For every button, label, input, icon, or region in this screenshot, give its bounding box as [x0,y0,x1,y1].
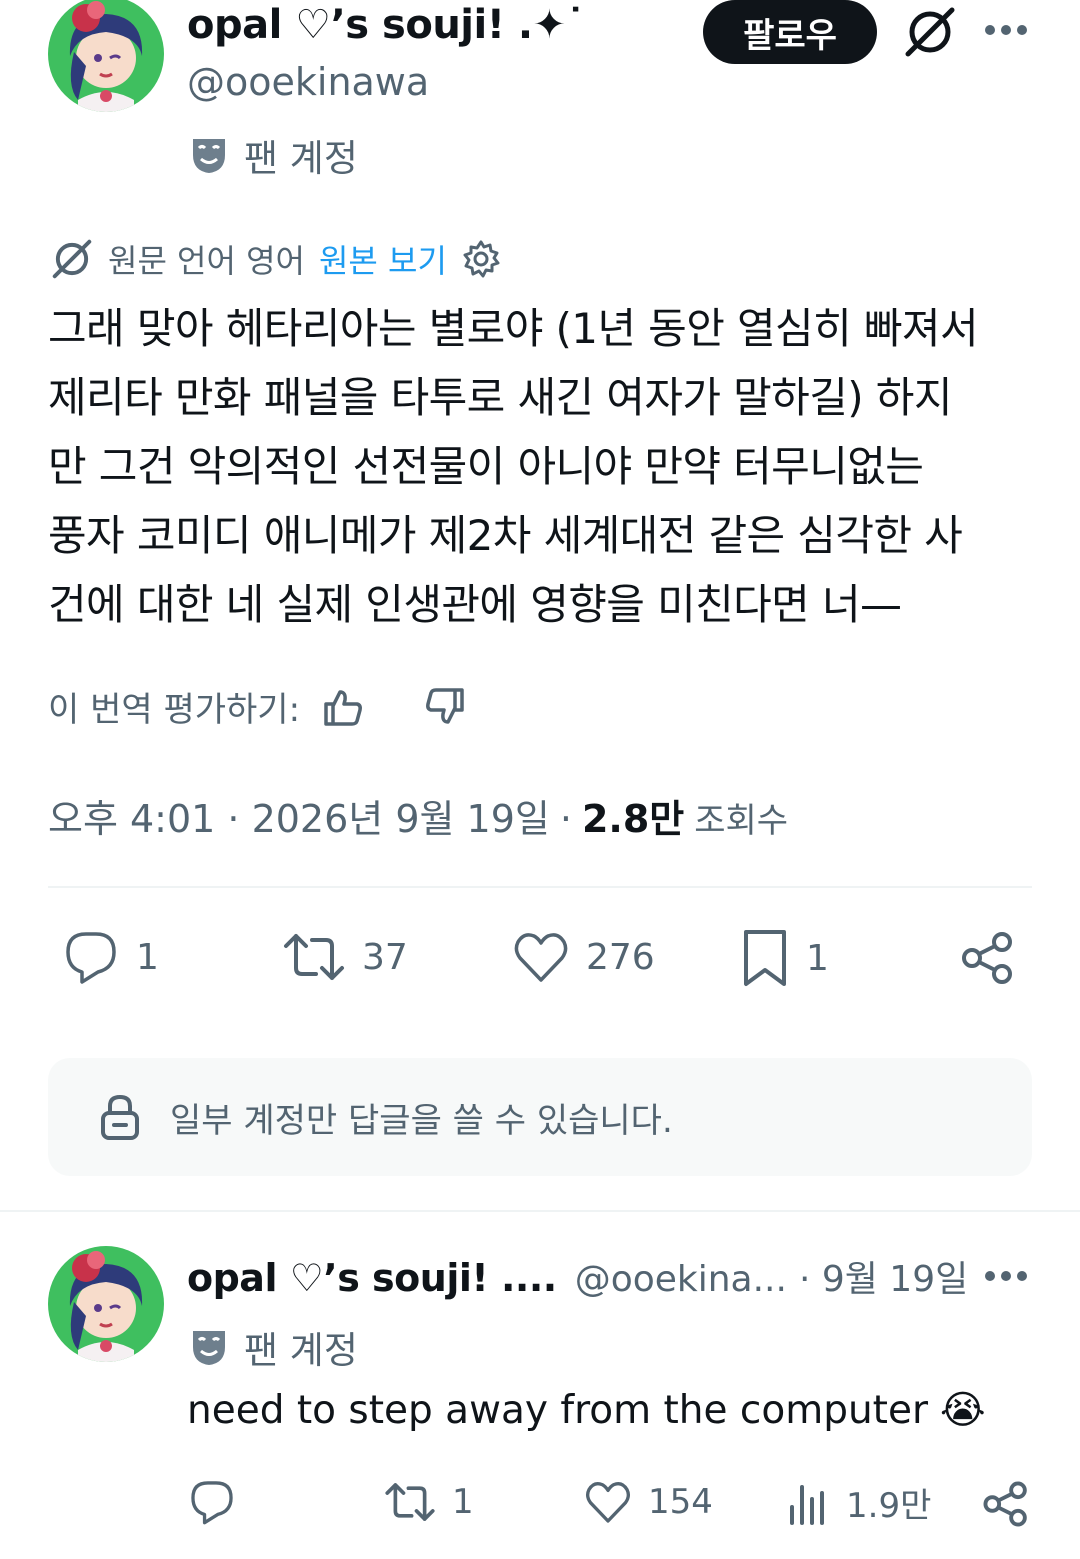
reply-author-handle[interactable]: @ooekina... [575,1259,787,1300]
grok-icon[interactable] [902,4,958,60]
lock-icon [98,1093,142,1141]
reply-avatar[interactable] [48,1246,164,1362]
rate-label: 이 번역 평가하기: [48,690,301,730]
tweet-line: 건에 대한 네 실제 인생관에 영향을 미친다면 너— [48,580,902,629]
author-handle[interactable]: @ooekinawa [187,60,429,104]
author-name[interactable]: opal ♡’s souji! .✦˙ [187,2,586,48]
view-original-link[interactable]: 원본 보기 [319,236,447,282]
bookmark-icon [740,928,790,988]
bookmark-button[interactable]: 1 [740,928,829,988]
timestamp[interactable]: 오후 4:01 · 2026년 9월 19일 [48,788,550,843]
like-button[interactable]: 276 [512,928,655,986]
divider [0,1210,1080,1212]
follow-button[interactable]: 팔로우 [703,0,877,64]
reply-repost-button[interactable]: 1 [384,1478,474,1526]
heart-icon [584,1478,632,1526]
fan-label: 팬 계정 [244,137,358,180]
tweet-line: 제리타 만화 패널을 타투로 새긴 여자가 말하길) 하지 [48,373,952,422]
like-count: 276 [586,936,655,978]
repost-count: 37 [362,936,408,978]
bar-chart-icon [786,1479,830,1527]
reply-notice-text: 일부 계정만 답글을 쓸 수 있습니다. [170,1100,673,1141]
views-count: 2.8만 [581,797,685,841]
reply-restriction-notice: 일부 계정만 답글을 쓸 수 있습니다. [48,1058,1032,1176]
divider [48,886,1032,888]
theater-mask-icon [190,135,228,175]
share-icon[interactable] [960,930,1016,986]
avatar-image [48,1246,164,1362]
reply-count: 1 [136,936,159,978]
more-icon[interactable] [984,20,1028,40]
crying-face-emoji: 😭 [939,1388,986,1433]
reply-like-button[interactable]: 154 [584,1478,713,1526]
tweet-text: 그래 맞아 헤타리아는 별로야 (1년 동안 열심히 빠져서 제리타 만화 패널… [48,294,1048,639]
fan-account-label: 팬 계정 [190,128,358,182]
repost-count: 1 [452,1482,474,1522]
fan-label: 팬 계정 [244,1329,358,1372]
reply-icon [62,928,120,986]
share-icon[interactable] [982,1480,1030,1528]
views-count: 1.9만 [846,1486,932,1526]
reply-reply-button[interactable] [188,1478,252,1526]
reply-header: opal ♡’s souji! .... @ooekina... · 9월 19… [187,1250,968,1302]
bookmark-count: 1 [806,937,829,979]
post-meta: 오후 4:01 · 2026년 9월 19일 · 2.8만 조회수 [48,788,788,843]
tweet-line: 풍자 코미디 애니메가 제2차 세계대전 같은 심각한 사 [48,511,963,560]
avatar-image [48,0,164,112]
tweet-line: 만 그건 악의적인 선전물이 아니야 만약 터무니없는 [48,442,924,491]
reply-text: need to step away from the computer 😭 [187,1388,986,1433]
theater-mask-icon [190,1327,228,1367]
reply-icon [188,1478,236,1526]
grok-icon [50,237,94,281]
views-label: 조회수 [694,801,789,841]
reply-button[interactable]: 1 [62,928,159,986]
repost-button[interactable]: 37 [282,928,408,986]
gear-icon[interactable] [461,239,501,279]
reply-fan-account-label: 팬 계정 [190,1320,358,1374]
like-count: 154 [648,1482,713,1522]
repost-icon [384,1478,436,1526]
translation-info: 원문 언어 영어 [108,242,305,280]
rate-translation: 이 번역 평가하기: [48,682,466,731]
reply-views-button[interactable]: 1.9만 [786,1478,931,1527]
thumbs-up-icon[interactable] [322,686,364,728]
reply-author-name[interactable]: opal ♡’s souji! .... [187,1256,557,1300]
reply-date[interactable]: · 9월 19일 [799,1250,968,1302]
thumbs-down-icon[interactable] [424,686,466,728]
reply-text-content: need to step away from the computer [187,1388,928,1433]
tweet-line: 그래 맞아 헤타리아는 별로야 (1년 동안 열심히 빠져서 [48,304,979,353]
avatar[interactable] [48,0,164,112]
translation-bar: 원문 언어 영어 원본 보기 [50,236,501,282]
heart-icon [512,928,570,986]
repost-icon [282,928,346,986]
more-icon[interactable] [984,1266,1028,1286]
